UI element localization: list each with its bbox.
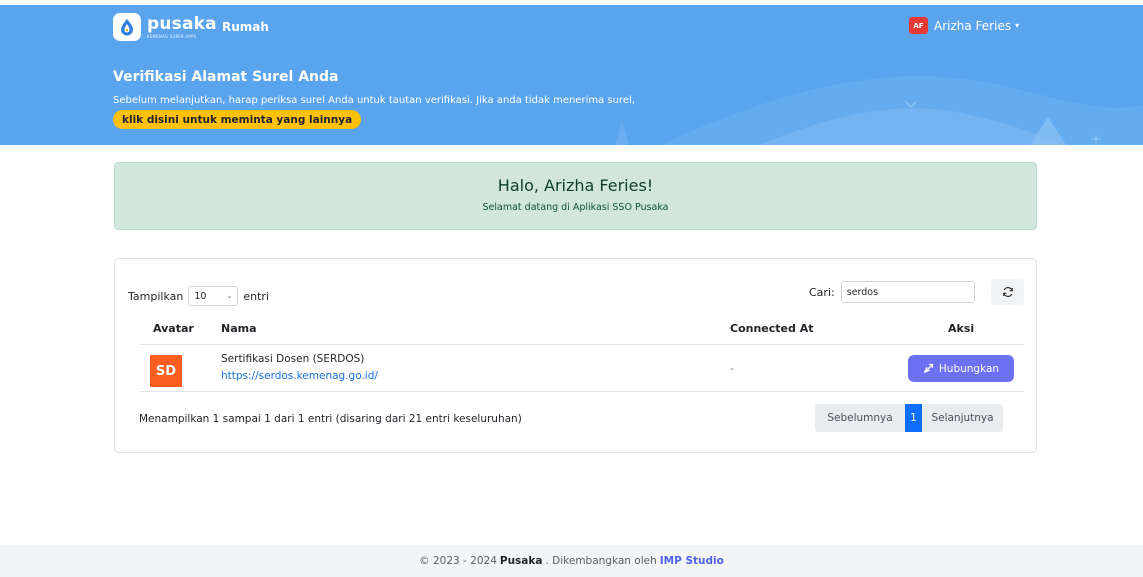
search-label: Cari: xyxy=(809,285,835,299)
refresh-button[interactable] xyxy=(991,279,1024,305)
column-header-name[interactable]: Nama xyxy=(221,322,257,335)
welcome-subtitle: Selamat datang di Aplikasi SSO Pusaka xyxy=(482,202,669,213)
connect-button[interactable]: Hubungkan xyxy=(908,355,1014,382)
entries-label: entri xyxy=(243,289,269,303)
footer: © 2023 - 2024 Pusaka . Dikembangkan oleh… xyxy=(0,545,1143,577)
brand-name: pusaka xyxy=(147,13,217,34)
pagination-next[interactable]: Selanjutnya xyxy=(922,404,1003,432)
service-url-link[interactable]: https://serdos.kemenag.go.id/ xyxy=(221,370,378,382)
table-info: Menampilkan 1 sampai 1 dari 1 entri (dis… xyxy=(139,413,522,425)
resend-verification-link[interactable]: klik disini untuk meminta yang lainnya xyxy=(113,110,362,129)
user-menu[interactable]: AF Arizha Feries ▾ xyxy=(909,17,1019,34)
verification-title: Verifikasi Alamat Surel Anda xyxy=(113,69,339,85)
search-control: Cari: xyxy=(809,281,975,303)
chevron-down-icon: ⌄ xyxy=(226,292,233,300)
column-header-connected-at[interactable]: Connected At xyxy=(730,322,813,335)
brand-tagline: KEMENAG SUPER APPS xyxy=(147,33,197,39)
row-divider xyxy=(140,391,1024,392)
connect-button-label: Hubungkan xyxy=(938,362,1000,375)
connected-at-value: - xyxy=(730,362,734,375)
brand-text: pusaka KEMENAG SUPER APPS xyxy=(147,13,217,39)
column-header-action[interactable]: Aksi xyxy=(948,322,974,335)
pagination: Sebelumnya 1 Selanjutnya xyxy=(815,404,1003,432)
header-banner: pusaka KEMENAG SUPER APPS Rumah AF Arizh… xyxy=(0,5,1143,145)
page-length-select[interactable]: 10 ⌄ xyxy=(188,286,239,306)
droplet-logo-icon xyxy=(113,13,141,41)
brand[interactable]: pusaka KEMENAG SUPER APPS xyxy=(113,13,217,41)
nav-home-link[interactable]: Rumah xyxy=(222,20,269,34)
service-name: Sertifikasi Dosen (SERDOS) xyxy=(221,353,365,365)
user-name: Arizha Feries xyxy=(934,18,1012,33)
column-header-avatar[interactable]: Avatar xyxy=(153,322,194,335)
show-label: Tampilkan xyxy=(128,289,184,303)
service-avatar: SD xyxy=(150,355,182,387)
search-input[interactable] xyxy=(840,281,975,303)
user-avatar-badge: AF xyxy=(909,17,928,34)
header-divider xyxy=(140,344,1024,345)
footer-studio-link[interactable]: IMP Studio xyxy=(660,555,724,567)
chevron-down-icon: ▾ xyxy=(1015,21,1020,30)
page-length-control: Tampilkan 10 ⌄ entri xyxy=(128,286,269,306)
pagination-page-1[interactable]: 1 xyxy=(905,404,922,432)
footer-developed-by: . Dikembangkan oleh xyxy=(545,555,657,567)
verification-message: Sebelum melanjutkan, harap periksa surel… xyxy=(113,95,635,106)
refresh-icon xyxy=(1002,286,1013,298)
link-icon xyxy=(923,363,934,374)
pagination-prev[interactable]: Sebelumnya xyxy=(815,404,905,432)
welcome-alert: Halo, Arizha Feries! Selamat datang di A… xyxy=(114,162,1037,230)
footer-brand: Pusaka xyxy=(499,555,543,567)
apps-table-card: Tampilkan 10 ⌄ entri Cari: Avatar Nama C… xyxy=(114,258,1037,453)
footer-copyright: © 2023 - 2024 xyxy=(419,555,497,567)
page-length-value: 10 xyxy=(194,290,207,302)
welcome-title: Halo, Arizha Feries! xyxy=(497,176,654,195)
